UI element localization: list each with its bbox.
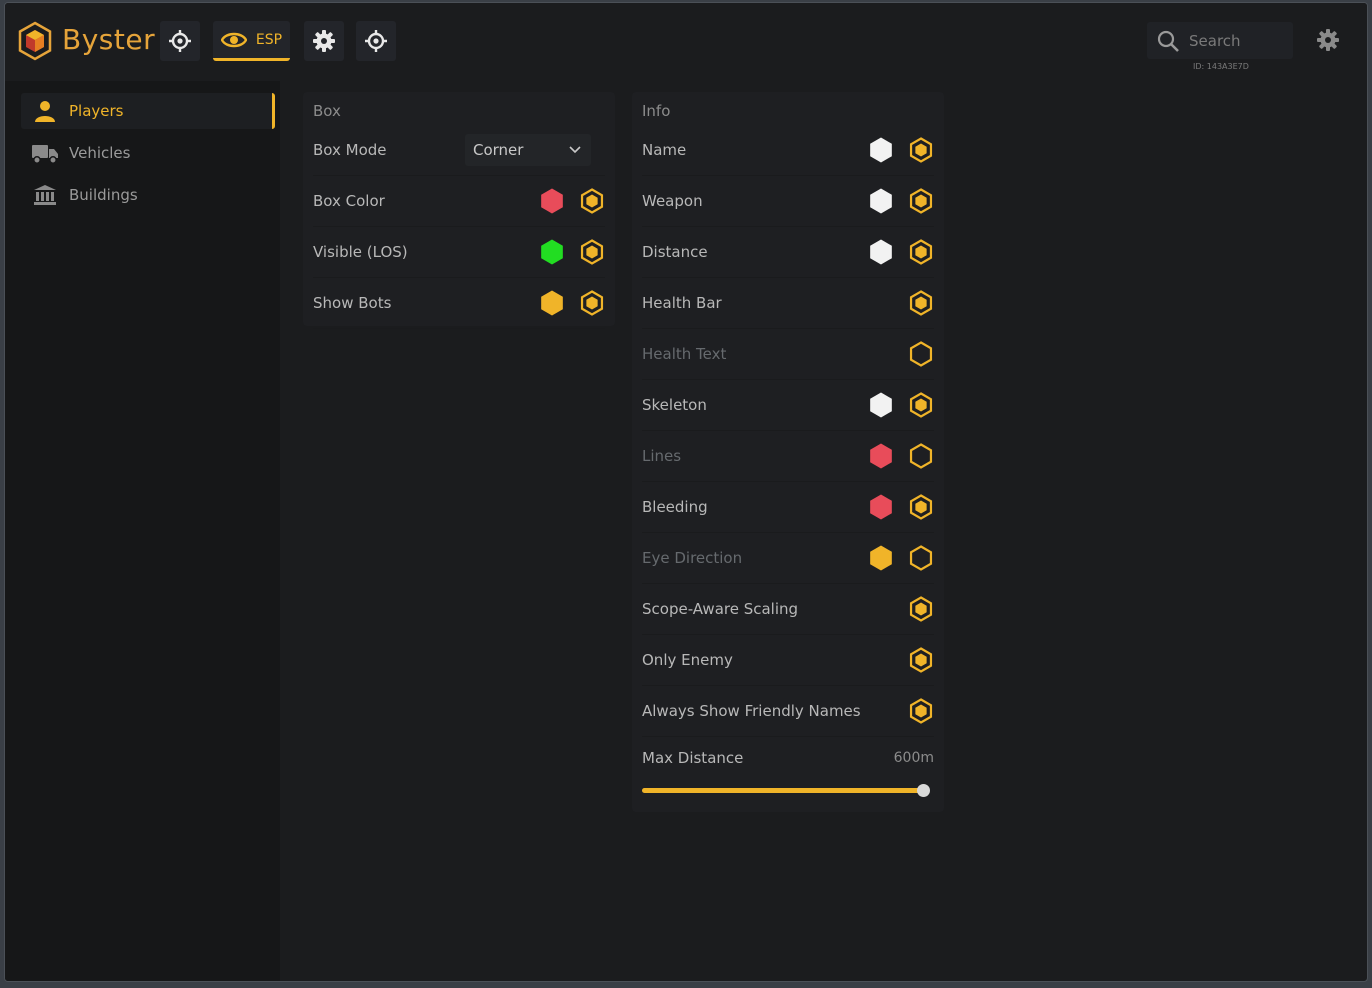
toggle-on-icon[interactable] [579, 238, 605, 266]
setting-label: Scope-Aware Scaling [642, 599, 799, 618]
box-panel: Box Box Mode Corner Box Color Visible (LO… [303, 92, 615, 329]
setting-label: Lines [642, 446, 682, 465]
max-distance-label: Max Distance [642, 748, 744, 767]
toggle-on-icon[interactable] [908, 391, 934, 419]
setting-label: Visible (LOS) [313, 242, 408, 261]
setting-row: Lines [642, 430, 934, 482]
toggle-on-icon[interactable] [908, 493, 934, 521]
setting-label: Eye Direction [642, 548, 743, 567]
setting-row: Name [642, 124, 934, 176]
chevron-down-icon [569, 145, 581, 153]
box-mode-dropdown[interactable]: Corner [465, 133, 591, 166]
setting-label: Always Show Friendly Names [642, 701, 861, 720]
color-swatch-icon[interactable] [539, 238, 565, 266]
color-swatch-icon[interactable] [539, 187, 565, 215]
setting-row: Bleeding [642, 481, 934, 533]
eye-icon [220, 32, 247, 47]
sidebar-item-label: Players [69, 102, 124, 120]
sidebar-item-vehicles[interactable]: Vehicles [21, 135, 275, 171]
crosshair-icon [365, 30, 387, 52]
setting-label: Distance [642, 242, 708, 261]
sidebar-item-label: Buildings [69, 186, 138, 204]
setting-row: Health Bar [642, 277, 934, 329]
sidebar: Players Vehicles Buildings [5, 81, 280, 981]
setting-label: Only Enemy [642, 650, 733, 669]
brand-name: Byster [62, 23, 156, 56]
toggle-on-icon[interactable] [908, 187, 934, 215]
info-panel-title: Info [642, 102, 671, 120]
toggle-on-icon[interactable] [908, 646, 934, 674]
setting-label: Name [642, 140, 687, 159]
slider-fill [642, 788, 924, 793]
setting-label: Bleeding [642, 497, 708, 516]
toggle-on-icon[interactable] [908, 238, 934, 266]
toggle-off-icon[interactable] [908, 544, 934, 572]
setting-row: Eye Direction [642, 532, 934, 584]
color-swatch-icon[interactable] [868, 187, 894, 215]
box-mode-row: Box Mode Corner [313, 124, 605, 176]
color-swatch-icon[interactable] [868, 391, 894, 419]
settings-gear-icon[interactable] [1316, 28, 1340, 52]
tab-aim[interactable] [160, 21, 200, 61]
toggle-on-icon[interactable] [579, 289, 605, 317]
box-mode-value: Corner [473, 140, 524, 159]
info-panel: Info Max Distance 600m Name Weapon Distanc… [632, 92, 944, 812]
building-icon [34, 185, 56, 205]
toggle-on-icon[interactable] [908, 595, 934, 623]
box-panel-title: Box [313, 102, 341, 120]
tab-esp[interactable]: ESP [213, 21, 290, 61]
setting-row: Only Enemy [642, 634, 934, 686]
color-swatch-icon[interactable] [868, 544, 894, 572]
setting-label: Health Bar [642, 293, 722, 312]
top-bar: Byster ESP Search ID: 143A3E7D [5, 3, 1367, 81]
toggle-off-icon[interactable] [908, 442, 934, 470]
user-id: ID: 143A3E7D [1193, 62, 1249, 71]
slider-handle[interactable] [917, 784, 930, 797]
tab-misc[interactable] [356, 21, 396, 61]
truck-icon [32, 145, 58, 164]
color-swatch-icon[interactable] [539, 289, 565, 317]
tab-settings[interactable] [304, 21, 344, 61]
byster-logo-icon [18, 21, 52, 61]
setting-label: Show Bots [313, 293, 392, 312]
setting-row: Box Color [313, 175, 605, 227]
toggle-on-icon[interactable] [908, 697, 934, 725]
setting-row: Weapon [642, 175, 934, 227]
search-icon [1157, 30, 1179, 52]
app-window: Byster ESP Search ID: 143A3E7D Players V… [4, 2, 1368, 982]
setting-label: Skeleton [642, 395, 707, 414]
tab-esp-label: ESP [255, 31, 283, 48]
color-swatch-icon[interactable] [868, 442, 894, 470]
setting-row: Health Text [642, 328, 934, 380]
setting-row: Always Show Friendly Names [642, 685, 934, 737]
sidebar-item-players[interactable]: Players [21, 93, 275, 129]
max-distance-slider[interactable] [642, 784, 930, 797]
toggle-on-icon[interactable] [908, 289, 934, 317]
setting-row: Skeleton [642, 379, 934, 431]
setting-label: Box Color [313, 191, 385, 210]
max-distance-value: 600m [893, 749, 934, 766]
color-swatch-icon[interactable] [868, 136, 894, 164]
toggle-on-icon[interactable] [908, 136, 934, 164]
crosshair-icon [169, 30, 191, 52]
search-box[interactable] [1147, 22, 1293, 59]
toggle-on-icon[interactable] [579, 187, 605, 215]
color-swatch-icon[interactable] [868, 238, 894, 266]
person-icon [35, 101, 55, 122]
setting-row: Distance [642, 226, 934, 278]
setting-row: Show Bots [313, 277, 605, 329]
gear-icon [313, 30, 335, 52]
sidebar-item-buildings[interactable]: Buildings [21, 177, 275, 213]
toggle-off-icon[interactable] [908, 340, 934, 368]
setting-row: Visible (LOS) [313, 226, 605, 278]
setting-row: Scope-Aware Scaling [642, 583, 934, 635]
setting-label: Weapon [642, 191, 703, 210]
sidebar-item-label: Vehicles [69, 144, 131, 162]
search-input[interactable] [1187, 30, 1291, 51]
max-distance-row: Max Distance 600m [642, 732, 934, 783]
color-swatch-icon[interactable] [868, 493, 894, 521]
setting-label: Health Text [642, 344, 727, 363]
